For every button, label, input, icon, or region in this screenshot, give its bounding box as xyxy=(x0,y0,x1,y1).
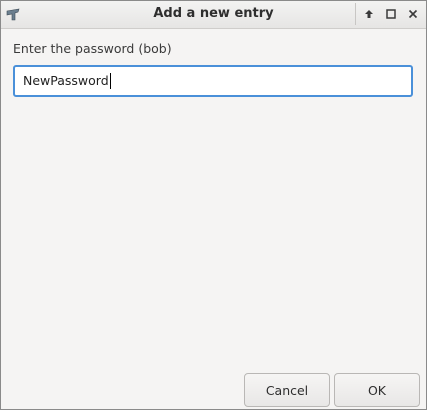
ok-button[interactable]: OK xyxy=(334,373,420,407)
dialog-window: Add a new entry Enter the password (bob)… xyxy=(0,0,427,410)
password-prompt-label: Enter the password (bob) xyxy=(13,41,172,56)
cancel-button[interactable]: Cancel xyxy=(244,373,330,407)
titlebar[interactable]: Add a new entry xyxy=(1,1,426,29)
password-input[interactable]: NewPassword xyxy=(13,65,413,97)
keep-above-icon[interactable] xyxy=(360,5,378,23)
password-input-value: NewPassword xyxy=(23,73,109,88)
close-icon[interactable] xyxy=(404,5,422,23)
window-controls xyxy=(355,3,426,25)
maximize-icon[interactable] xyxy=(382,5,400,23)
text-caret xyxy=(109,72,111,89)
